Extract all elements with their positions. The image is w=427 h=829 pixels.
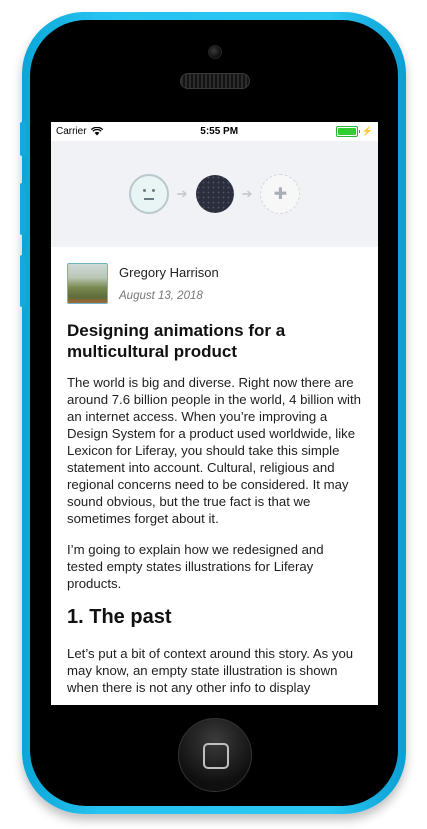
- battery-icon: ⚡: [335, 126, 373, 137]
- status-bar: Carrier 5:55 PM ⚡: [51, 122, 378, 141]
- home-button[interactable]: [178, 718, 252, 792]
- dark-dots-circle-icon: [195, 175, 234, 213]
- publish-date: August 13, 2018: [119, 290, 203, 302]
- charging-icon: ⚡: [361, 126, 373, 136]
- hero-illustration: ➔ ➔ ✚: [51, 141, 378, 247]
- carrier-label: Carrier: [56, 126, 87, 137]
- screen: Carrier 5:55 PM ⚡ ➔ ➔ ✚ Gregory Harrison: [51, 122, 378, 705]
- home-square-icon: [203, 743, 229, 769]
- earpiece-speaker: [180, 73, 250, 89]
- status-time: 5:55 PM: [200, 126, 239, 137]
- article-paragraph: Let’s put a bit of context around this s…: [67, 646, 354, 695]
- author-name[interactable]: Gregory Harrison: [119, 265, 219, 280]
- author-row: Gregory Harrison August 13, 2018: [67, 263, 362, 304]
- mute-switch: [20, 122, 26, 156]
- volume-down-button: [20, 255, 26, 307]
- arrow-right-icon: ➔: [241, 186, 253, 201]
- neutral-face-icon: [128, 174, 169, 214]
- front-camera-icon: [208, 45, 222, 59]
- section-heading: 1. The past: [67, 606, 172, 628]
- avatar[interactable]: [67, 263, 108, 304]
- volume-up-button: [20, 183, 26, 235]
- article-title: Designing animations for a multicultural…: [67, 321, 286, 361]
- article-paragraph: The world is big and diverse. Right now …: [67, 375, 361, 526]
- article: Gregory Harrison August 13, 2018 Designi…: [51, 247, 378, 696]
- wifi-icon: [90, 127, 103, 136]
- puzzle-icon: ✚: [260, 174, 301, 214]
- arrow-right-icon: ➔: [176, 186, 188, 201]
- article-paragraph: I’m going to explain how we redesigned a…: [67, 542, 324, 591]
